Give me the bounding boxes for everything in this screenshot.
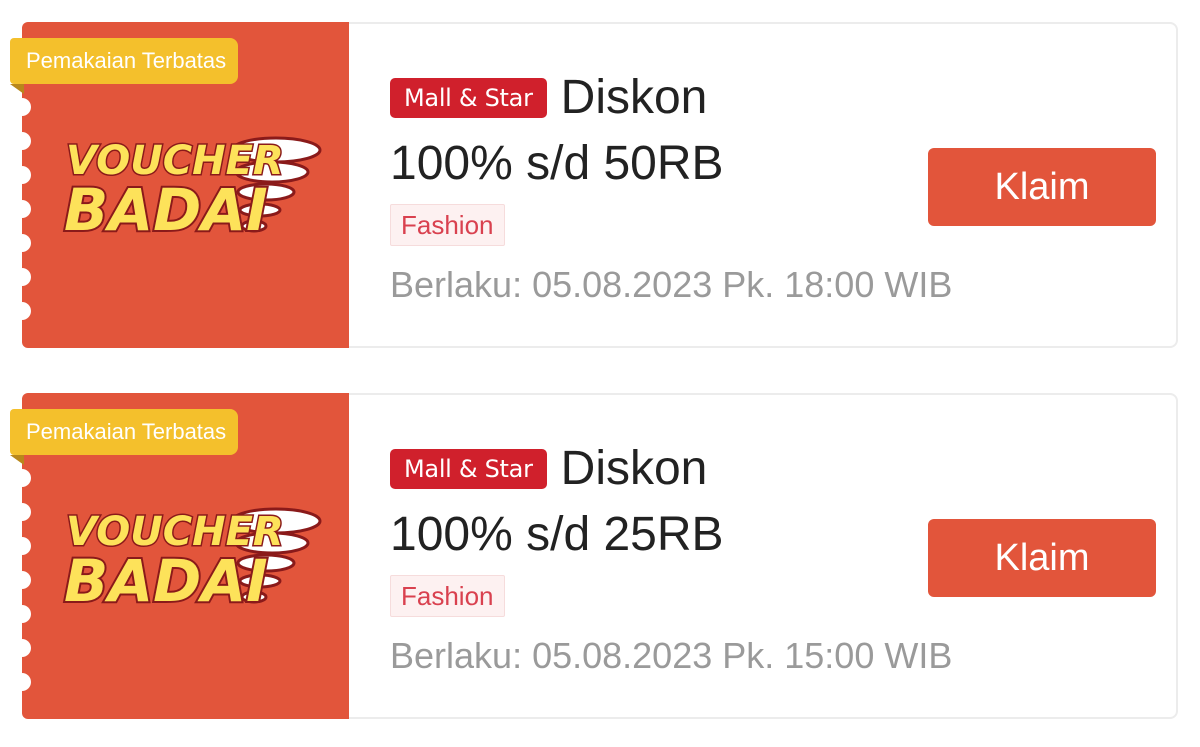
tornado-icon: VOUCHER BADAI [62, 136, 322, 246]
perforation-notch [22, 639, 31, 657]
claim-button[interactable]: Klaim [928, 148, 1156, 226]
mall-star-badge: Mall & Star [390, 448, 547, 489]
perforation-notch [22, 234, 31, 252]
perforation-notch [22, 571, 31, 589]
perforation-notch [22, 98, 31, 116]
perforation-notch [22, 605, 31, 623]
limited-use-ribbon: Pemakaian Terbatas [10, 409, 239, 465]
voucher-details: Mall & Star Diskon 100% s/d 25RB Fashion… [390, 395, 952, 717]
voucher-title: Diskon [560, 71, 708, 124]
perforation-notch [22, 537, 31, 555]
perforation-notch [22, 503, 31, 521]
perforation-notch [22, 302, 31, 320]
voucher-card: VOUCHER BADAI Pemakaian Terbatas Mall & … [10, 22, 1178, 348]
validity-text: Berlaku: 05.08.2023 Pk. 18:00 WIB [390, 264, 953, 305]
voucher-title: Diskon [560, 442, 708, 495]
logo-line2: BADAI [64, 547, 268, 615]
perforation-notch [22, 200, 31, 218]
voucher-discount: 100% s/d 25RB [390, 508, 724, 561]
voucher-details: Mall & Star Diskon 100% s/d 50RB Fashion… [390, 24, 952, 346]
perforation-notch [22, 132, 31, 150]
limited-use-ribbon: Pemakaian Terbatas [10, 38, 239, 94]
perforation-notch [22, 268, 31, 286]
perforation-notch [22, 469, 31, 487]
voucher-badai-logo: VOUCHER BADAI [58, 120, 328, 250]
title-row: Mall & Star Diskon [390, 70, 707, 125]
validity-text: Berlaku: 05.08.2023 Pk. 15:00 WIB [390, 635, 953, 676]
voucher-badai-logo: VOUCHER BADAI [58, 491, 328, 621]
logo-line2: BADAI [64, 176, 268, 244]
claim-button[interactable]: Klaim [928, 519, 1156, 597]
perforation-notch [22, 166, 31, 184]
title-row: Mall & Star Diskon [390, 441, 707, 496]
voucher-card: VOUCHER BADAI Pemakaian Terbatas Mall & … [10, 393, 1178, 719]
tornado-icon: VOUCHER BADAI [62, 507, 322, 617]
category-tag: Fashion [390, 575, 505, 617]
voucher-discount: 100% s/d 50RB [390, 137, 724, 190]
perforation-notch [22, 673, 31, 691]
category-tag: Fashion [390, 204, 505, 246]
mall-star-badge: Mall & Star [390, 77, 547, 118]
